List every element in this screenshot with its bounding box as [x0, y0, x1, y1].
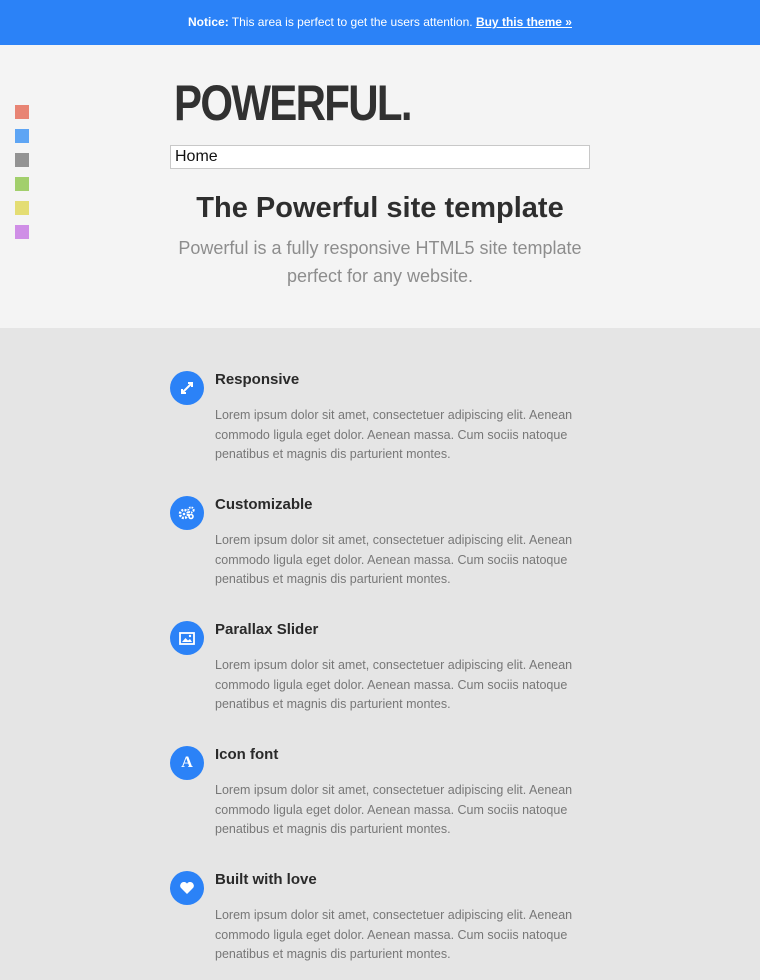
nav-select[interactable]: Home — [170, 145, 590, 169]
resize-icon — [170, 371, 204, 405]
feature-item: A Icon font Lorem ipsum dolor sit amet, … — [170, 743, 590, 868]
notice-text: This area is perfect to get the users at… — [228, 15, 476, 29]
color-swatch-red[interactable] — [15, 105, 29, 119]
hero-title: The Powerful site template — [196, 192, 564, 224]
gears-icon — [170, 496, 204, 530]
feature-item: Responsive Lorem ipsum dolor sit amet, c… — [170, 368, 590, 493]
feature-item: Customizable Lorem ipsum dolor sit amet,… — [170, 493, 590, 618]
feature-title: Customizable — [215, 496, 313, 513]
color-swatch-green[interactable] — [15, 177, 29, 191]
color-swatch-gray[interactable] — [15, 153, 29, 167]
color-switcher — [15, 105, 29, 249]
feature-title: Parallax Slider — [215, 621, 319, 638]
color-swatch-blue[interactable] — [15, 129, 29, 143]
feature-text: Lorem ipsum dolor sit amet, consectetuer… — [215, 783, 573, 836]
feature-text: Lorem ipsum dolor sit amet, consectetuer… — [215, 408, 573, 461]
hero-subtitle: Powerful is a fully responsive HTML5 sit… — [178, 238, 582, 286]
font-icon-glyph: A — [181, 754, 193, 771]
feature-item: Built with love Lorem ipsum dolor sit am… — [170, 868, 590, 980]
feature-title: Icon font — [215, 746, 279, 763]
picture-icon — [170, 621, 204, 655]
feature-text: Lorem ipsum dolor sit amet, consectetuer… — [215, 908, 573, 961]
font-icon: A — [170, 746, 204, 780]
notice-label: Notice: — [188, 15, 229, 29]
feature-text: Lorem ipsum dolor sit amet, consectetuer… — [215, 533, 573, 586]
heart-icon — [170, 871, 204, 905]
feature-text: Lorem ipsum dolor sit amet, consectetuer… — [215, 658, 573, 711]
site-logo[interactable]: POWERFUL. — [174, 78, 413, 128]
feature-title: Built with love — [215, 871, 317, 888]
notice-bar: Notice: This area is perfect to get the … — [0, 0, 760, 45]
buy-theme-link[interactable]: Buy this theme » — [476, 15, 572, 29]
features-list: Responsive Lorem ipsum dolor sit amet, c… — [170, 368, 590, 980]
feature-title: Responsive — [215, 371, 300, 388]
color-swatch-purple[interactable] — [15, 225, 29, 239]
feature-item: Parallax Slider Lorem ipsum dolor sit am… — [170, 618, 590, 743]
